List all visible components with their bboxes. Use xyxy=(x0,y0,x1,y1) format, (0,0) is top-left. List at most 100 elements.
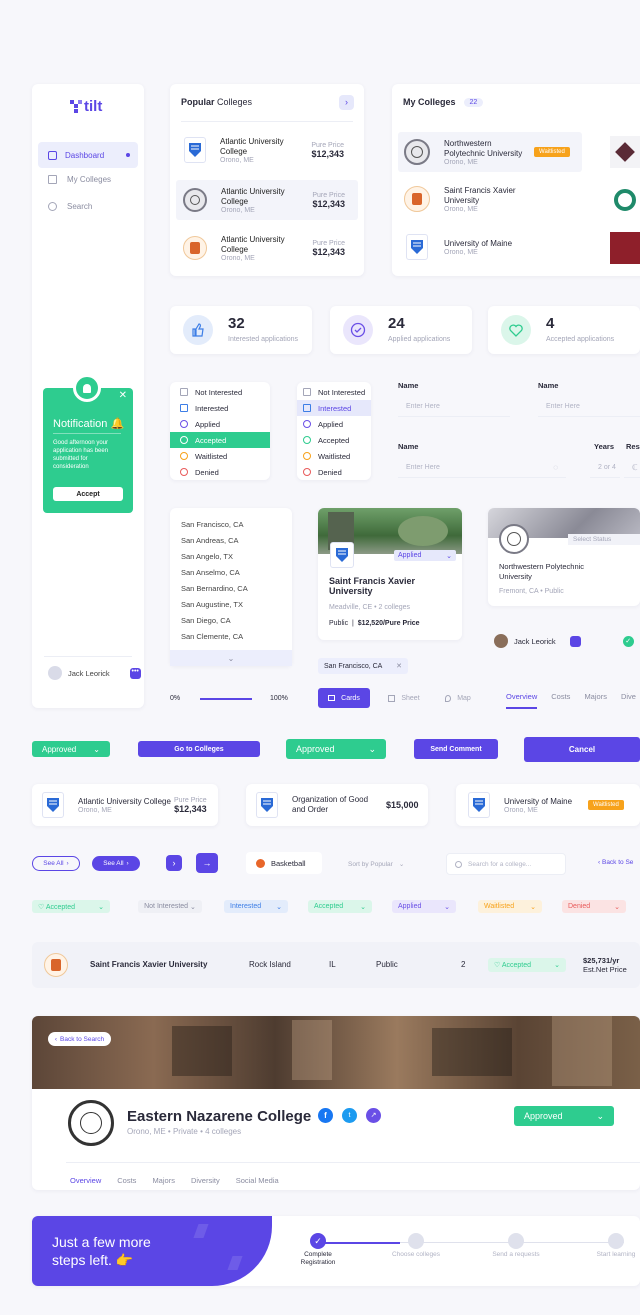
status-pill-interested[interactable]: Interested ⌄ xyxy=(224,900,288,913)
list-item[interactable]: Atlantic University College Orono, ME Pu… xyxy=(176,180,358,220)
city-option[interactable]: San Bernardino, CA xyxy=(170,580,292,596)
city-option[interactable]: San Diego, CA xyxy=(170,612,292,628)
approved-dropdown[interactable]: Approved ⌄ xyxy=(32,741,110,757)
see-all-button[interactable]: See All › xyxy=(92,856,140,871)
sidebar-item-dashboard[interactable]: Dashboard xyxy=(38,142,138,168)
view-toggle-sheet[interactable]: Sheet xyxy=(380,688,428,708)
status-option[interactable]: Denied xyxy=(170,464,270,480)
status-pill-not-interested[interactable]: Not Interested ⌄ xyxy=(138,900,202,913)
status-option[interactable]: Waitlisted xyxy=(297,448,371,464)
name-field-password[interactable]: Enter Here ◌ xyxy=(398,458,566,478)
tab-overview[interactable]: Overview xyxy=(506,692,538,709)
college-meta: Meadville, CE • 2 colleges xyxy=(329,604,411,611)
city-option[interactable]: San Angelo, TX xyxy=(170,548,292,564)
status-option[interactable]: Accepted xyxy=(170,432,270,448)
status-option[interactable]: Denied xyxy=(297,464,371,480)
name-field[interactable]: Enter Here xyxy=(398,397,510,417)
city-option[interactable]: San Augustine, TX xyxy=(170,596,292,612)
list-item[interactable]: Saint Francis Xavier University Orono, M… xyxy=(398,182,582,216)
step-pending[interactable]: Send a requests xyxy=(486,1233,546,1259)
facebook-icon[interactable]: f xyxy=(318,1108,333,1123)
select-status-dropdown[interactable]: Select Status xyxy=(568,534,640,545)
tilt-logo[interactable]: tilt xyxy=(70,98,102,115)
sidebar-user[interactable]: Jack Leorick ••• xyxy=(48,666,141,680)
status-option[interactable]: Waitlisted xyxy=(170,448,270,464)
status-option[interactable]: Interested xyxy=(170,400,270,416)
approved-dropdown[interactable]: Approved ⌄ xyxy=(286,739,386,759)
college-card[interactable]: Select Status Northwestern Polytechnic U… xyxy=(488,508,640,606)
see-all-button-outline[interactable]: See All › xyxy=(32,856,80,871)
status-pill-accepted[interactable]: ♡ Accepted ⌄ xyxy=(488,958,566,972)
status-dropdown[interactable]: Applied ⌄ xyxy=(394,550,456,561)
scroll-down-button[interactable]: ⌄ xyxy=(170,650,292,666)
sport-tag[interactable]: Basketball xyxy=(246,852,322,874)
table-row[interactable]: Saint Francis Xavier University Rock Isl… xyxy=(32,942,640,988)
send-comment-button[interactable]: Send Comment xyxy=(414,739,498,759)
tab-diversity[interactable]: Diversity xyxy=(191,1176,220,1190)
tab-dive[interactable]: Dive xyxy=(621,692,636,709)
city-option[interactable]: San Andreas, CA xyxy=(170,532,292,548)
close-icon[interactable]: ✕ xyxy=(119,390,127,401)
range-slider[interactable] xyxy=(200,698,252,700)
tab-costs[interactable]: Costs xyxy=(117,1176,136,1190)
link-icon[interactable]: ↗ xyxy=(366,1108,381,1123)
tab-costs[interactable]: Costs xyxy=(551,692,570,709)
chevron-right-icon[interactable]: › xyxy=(339,95,354,110)
list-item[interactable]: Atlantic University College Orono, ME Pu… xyxy=(176,130,358,170)
sidebar-item-search[interactable]: Search xyxy=(48,202,92,211)
arrow-right-button[interactable]: → xyxy=(196,853,218,873)
sort-dropdown[interactable]: Sort by Popular ⌄ xyxy=(348,857,418,871)
years-field[interactable]: 2 or 4 xyxy=(590,458,620,478)
status-option[interactable]: Applied xyxy=(170,416,270,432)
status-option[interactable]: Not Interested xyxy=(297,384,371,400)
filter-chip[interactable]: San Francisco, CA ✕ xyxy=(318,658,408,674)
list-item[interactable]: Atlantic University College Orono, ME Pu… xyxy=(176,228,358,268)
sidebar-item-my-colleges[interactable]: My Colleges xyxy=(48,175,111,184)
step-pending[interactable]: Start learning xyxy=(586,1233,640,1259)
city-option[interactable]: San Francisco, CA xyxy=(170,516,292,532)
status-pill-accepted[interactable]: ♡ Accepted ⌄ xyxy=(32,900,110,913)
status-pill-waitlisted[interactable]: Waitlisted ⌄ xyxy=(478,900,542,913)
status-pill-denied[interactable]: Denied ⌄ xyxy=(562,900,626,913)
close-icon[interactable]: ✕ xyxy=(396,662,402,670)
user-row[interactable]: Jack Leorick ✓ xyxy=(494,632,640,650)
more-icon[interactable]: ••• xyxy=(129,667,141,679)
eye-off-icon[interactable]: ◌ xyxy=(553,463,558,472)
resi-field[interactable]: ℂ xyxy=(624,458,640,478)
college-strip-item[interactable]: Organization of Good and Order $15,000 xyxy=(246,784,428,826)
next-button-small[interactable]: › xyxy=(166,855,182,871)
status-pill-applied[interactable]: Applied ⌄ xyxy=(392,900,456,913)
tab-majors[interactable]: Majors xyxy=(584,692,607,709)
view-toggle-cards[interactable]: Cards xyxy=(318,688,370,708)
tab-overview[interactable]: Overview xyxy=(70,1176,101,1190)
search-input[interactable]: Search for a college... xyxy=(446,853,566,875)
go-to-colleges-button[interactable]: Go to Colleges xyxy=(138,741,260,757)
college-name: Eastern Nazarene College xyxy=(127,1108,312,1125)
step-pending[interactable]: Choose colleges xyxy=(386,1233,446,1259)
more-icon[interactable] xyxy=(569,635,581,647)
city-option[interactable]: San Anselmo, CA xyxy=(170,564,292,580)
twitter-icon[interactable]: t xyxy=(342,1108,357,1123)
college-card[interactable]: Applied ⌄ Saint Francis Xavier University… xyxy=(318,508,462,640)
view-toggle-map[interactable]: Map xyxy=(438,688,478,708)
college-strip-item[interactable]: University of Maine Orono, ME Waitlisted xyxy=(456,784,640,826)
list-item[interactable]: Northwestern Polytechnic University Oron… xyxy=(398,132,582,172)
tab-social-media[interactable]: Social Media xyxy=(236,1176,279,1190)
status-badge: Waitlisted xyxy=(588,800,624,810)
city-option[interactable]: San Clemente, CA xyxy=(170,628,292,644)
status-option[interactable]: Not Interested xyxy=(170,384,270,400)
cancel-button[interactable]: Cancel xyxy=(524,737,640,762)
status-option[interactable]: Interested xyxy=(297,400,371,416)
name-field[interactable]: Enter Here xyxy=(538,397,640,417)
list-item[interactable]: University of Maine Orono, ME xyxy=(398,230,582,264)
approved-dropdown[interactable]: Approved ⌄ xyxy=(514,1106,614,1126)
back-link[interactable]: ‹ Back to Se xyxy=(598,859,633,866)
college-strip-item[interactable]: Atlantic University College Orono, ME Pu… xyxy=(32,784,218,826)
accept-button[interactable]: Accept xyxy=(53,487,123,501)
step-complete[interactable]: ✓ Complete Registration xyxy=(288,1233,348,1267)
status-pill-accepted[interactable]: Accepted ⌄ xyxy=(308,900,372,913)
status-option[interactable]: Accepted xyxy=(297,432,371,448)
back-to-search-button[interactable]: ‹ Back to Search xyxy=(48,1032,111,1046)
tab-majors[interactable]: Majors xyxy=(152,1176,175,1190)
status-option[interactable]: Applied xyxy=(297,416,371,432)
